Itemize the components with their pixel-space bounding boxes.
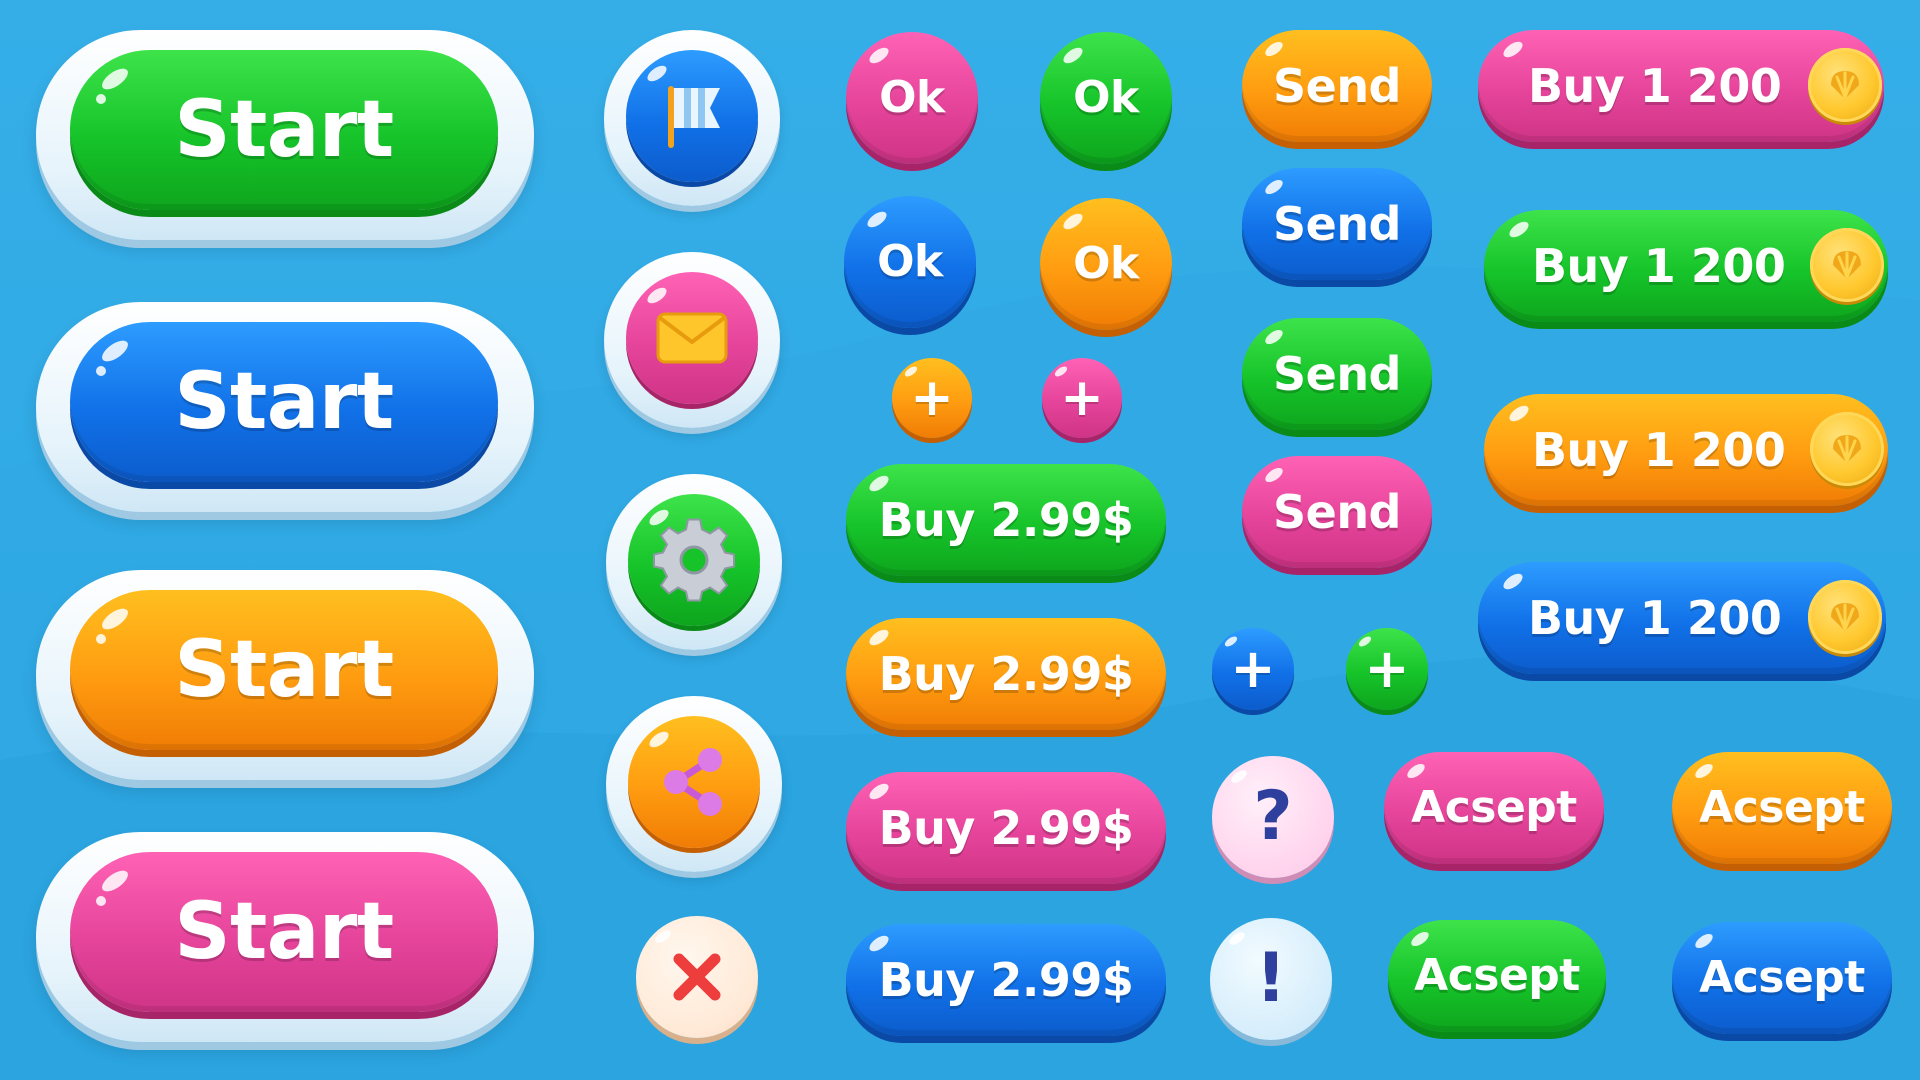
buy-coins-label: Buy 1 200	[1532, 239, 1786, 293]
plus-icon: +	[1060, 368, 1104, 428]
buy-price-label: Buy 2.99$	[878, 647, 1134, 701]
buy-coins-label: Buy 1 200	[1528, 591, 1782, 645]
start-button-pink[interactable]: Start	[70, 852, 498, 1012]
buy-coins-button-green[interactable]: Buy 1 200	[1484, 210, 1888, 322]
info-button[interactable]: !	[1210, 918, 1332, 1040]
accept-button-blue[interactable]: Acsept	[1672, 922, 1892, 1034]
buy-price-button-orange[interactable]: Buy 2.99$	[846, 618, 1166, 730]
send-button-pink[interactable]: Send	[1242, 456, 1432, 568]
question-icon: ?	[1253, 777, 1293, 856]
flag-button-frame	[604, 30, 780, 206]
coin-icon	[1808, 580, 1882, 654]
ok-button-orange[interactable]: Ok	[1040, 198, 1172, 330]
accept-button-pink[interactable]: Acsept	[1384, 752, 1604, 864]
plus-button-green[interactable]: +	[1346, 628, 1428, 710]
flag-button[interactable]	[626, 50, 758, 182]
coin-icon	[1810, 412, 1884, 486]
start-button-label: Start	[174, 887, 394, 977]
buy-price-label: Buy 2.99$	[878, 801, 1134, 855]
send-button-green[interactable]: Send	[1242, 318, 1432, 430]
accept-button-label: Acsept	[1414, 950, 1580, 1001]
buy-coins-button-blue[interactable]: Buy 1 200	[1478, 562, 1886, 674]
buy-coins-button-pink[interactable]: Buy 1 200	[1478, 30, 1884, 142]
settings-button[interactable]	[628, 494, 760, 626]
ok-button-label: Ok	[879, 72, 945, 123]
settings-button-frame	[606, 474, 782, 650]
start-button-label: Start	[174, 85, 394, 175]
ok-button-label: Ok	[1073, 238, 1139, 289]
plus-icon: +	[1364, 637, 1410, 700]
exclamation-icon: !	[1255, 939, 1287, 1018]
accept-button-green[interactable]: Acsept	[1388, 920, 1606, 1032]
buy-coins-button-orange[interactable]: Buy 1 200	[1484, 394, 1888, 506]
buy-coins-label: Buy 1 200	[1528, 59, 1782, 113]
gear-icon	[653, 518, 735, 602]
buy-price-label: Buy 2.99$	[878, 953, 1134, 1007]
ok-button-green[interactable]: Ok	[1040, 32, 1172, 164]
start-button-green[interactable]: Start	[70, 50, 498, 210]
ok-button-label: Ok	[1073, 72, 1139, 123]
plus-icon: +	[1230, 637, 1276, 700]
send-button-blue[interactable]: Send	[1242, 168, 1432, 280]
ok-button-pink[interactable]: Ok	[846, 32, 978, 164]
start-button-label: Start	[174, 357, 394, 447]
ok-button-blue[interactable]: Ok	[844, 196, 976, 328]
share-button-frame	[606, 696, 782, 872]
start-button-label: Start	[174, 625, 394, 715]
plus-button-orange[interactable]: +	[892, 358, 972, 438]
coin-icon	[1810, 228, 1884, 302]
buy-price-button-pink[interactable]: Buy 2.99$	[846, 772, 1166, 884]
buy-price-label: Buy 2.99$	[878, 493, 1134, 547]
plus-icon: +	[910, 368, 954, 428]
start-button-frame: Start	[36, 832, 534, 1042]
start-button-frame: Start	[36, 570, 534, 780]
mail-button-frame	[604, 252, 780, 428]
send-button-label: Send	[1272, 485, 1402, 539]
start-button-orange[interactable]: Start	[70, 590, 498, 750]
accept-button-orange[interactable]: Acsept	[1672, 752, 1892, 864]
start-button-blue[interactable]: Start	[70, 322, 498, 482]
close-button[interactable]	[636, 916, 758, 1038]
plus-button-blue[interactable]: +	[1212, 628, 1294, 710]
send-button-label: Send	[1272, 347, 1402, 401]
plus-button-pink[interactable]: +	[1042, 358, 1122, 438]
envelope-icon	[656, 312, 728, 364]
send-button-label: Send	[1272, 59, 1402, 113]
coin-icon	[1808, 48, 1882, 122]
accept-button-label: Acsept	[1699, 782, 1865, 833]
start-button-frame: Start	[36, 302, 534, 512]
share-icon	[664, 748, 722, 816]
buy-coins-label: Buy 1 200	[1532, 423, 1786, 477]
flag-icon	[668, 86, 720, 148]
share-button[interactable]	[628, 716, 760, 848]
buy-price-button-blue[interactable]: Buy 2.99$	[846, 924, 1166, 1036]
start-button-frame: Start	[36, 30, 534, 240]
accept-button-label: Acsept	[1699, 952, 1865, 1003]
send-button-orange[interactable]: Send	[1242, 30, 1432, 142]
buy-price-button-green[interactable]: Buy 2.99$	[846, 464, 1166, 576]
accept-button-label: Acsept	[1411, 782, 1577, 833]
ok-button-label: Ok	[877, 236, 943, 287]
help-button[interactable]: ?	[1212, 756, 1334, 878]
close-icon	[673, 953, 721, 1001]
send-button-label: Send	[1272, 197, 1402, 251]
mail-button[interactable]	[626, 272, 758, 404]
